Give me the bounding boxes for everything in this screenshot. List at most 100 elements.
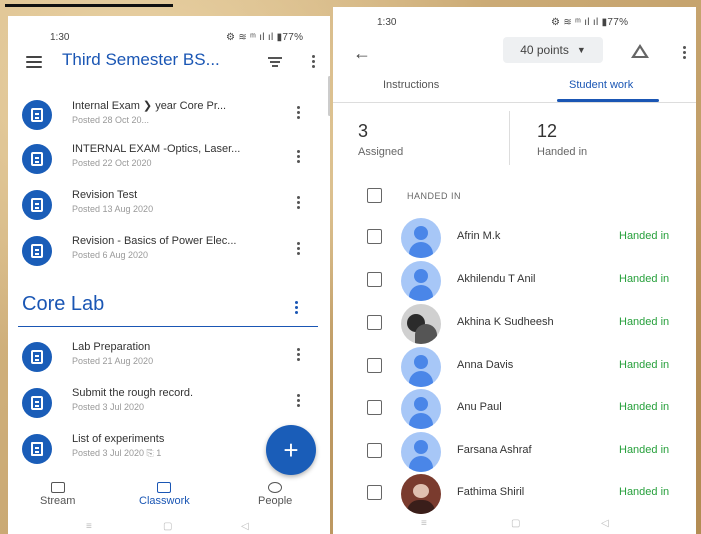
student-name: Akhilendu T Anil: [457, 273, 536, 285]
tab-divider: [333, 102, 696, 103]
student-checkbox[interactable]: [367, 400, 382, 415]
student-name: Anna Davis: [457, 359, 514, 371]
nav-stream[interactable]: Stream: [40, 482, 75, 507]
system-nav: ≡ ▢ ◁: [8, 519, 330, 534]
avatar: [401, 218, 441, 258]
nav-label: Stream: [40, 495, 76, 507]
back-arrow-icon[interactable]: ←: [353, 43, 371, 64]
more-vert-icon[interactable]: [308, 52, 318, 70]
item-title: Internal Exam ❯ year Core Pr...: [72, 100, 227, 112]
drive-icon[interactable]: [631, 44, 649, 58]
handed-in-label: Handed in: [537, 146, 588, 158]
status-badge: Handed in: [619, 359, 670, 371]
stream-icon: [50, 482, 65, 493]
assignment-icon: [22, 236, 52, 266]
nav-label: Classwork: [139, 495, 190, 507]
student-checkbox[interactable]: [367, 229, 382, 244]
student-checkbox[interactable]: [367, 272, 382, 287]
points-value: 40 points: [520, 43, 569, 57]
item-title: Lab Preparation: [72, 341, 151, 353]
item-title: Revision - Basics of Power Elec...: [72, 235, 237, 247]
more-vert-icon[interactable]: [297, 394, 300, 407]
classwork-screen: 1:30 ⚙ ≋ ᵐ ıl ıl ▮77% Third Semester BS.…: [8, 16, 330, 534]
item-title: Submit the rough record.: [72, 387, 194, 399]
tab-instructions[interactable]: Instructions: [383, 79, 439, 91]
more-vert-icon[interactable]: [297, 150, 300, 163]
select-all-checkbox[interactable]: [367, 188, 382, 203]
list-item[interactable]: Submit the rough record. Posted 3 Jul 202…: [8, 382, 330, 426]
people-icon: [268, 482, 283, 493]
back-icon[interactable]: ◁: [601, 518, 609, 529]
more-vert-icon[interactable]: [297, 348, 300, 361]
tab-bar: Instructions Student work: [333, 75, 696, 103]
header-underline: [5, 4, 173, 7]
status-badge: Handed in: [619, 444, 670, 456]
menu-icon[interactable]: [24, 54, 44, 70]
filter-icon[interactable]: [266, 54, 284, 70]
material-icon: [22, 434, 52, 464]
nav-classwork[interactable]: Classwork: [139, 482, 190, 507]
section-divider: [18, 326, 318, 327]
status-badge: Handed in: [619, 486, 670, 498]
item-title: Revision Test: [72, 189, 138, 201]
home-icon[interactable]: ▢: [511, 518, 520, 529]
classwork-icon: [157, 482, 172, 493]
nav-people[interactable]: People: [258, 482, 292, 507]
avatar: [401, 347, 441, 387]
student-name: Farsana Ashraf: [457, 444, 532, 456]
student-checkbox[interactable]: [367, 315, 382, 330]
student-row[interactable]: Akhina K Sudheesh Handed in: [333, 302, 696, 344]
student-name: Fathima Shiril: [457, 486, 525, 498]
class-title: Third Semester BS...: [62, 50, 220, 69]
handed-in-header: HANDED IN: [407, 191, 462, 201]
student-name: Akhina K Sudheesh: [457, 316, 554, 328]
bottom-nav: Stream Classwork People: [8, 482, 330, 518]
item-date: Posted 13 Aug 2020: [72, 204, 154, 214]
list-item[interactable]: INTERNAL EXAM -Optics, Laser... Posted 22…: [8, 138, 330, 182]
student-row[interactable]: Anu Paul Handed in: [333, 387, 696, 429]
item-title: List of experiments: [72, 433, 165, 445]
list-item[interactable]: Revision Test Posted 13 Aug 2020: [8, 184, 330, 228]
assignment-icon: [22, 388, 52, 418]
student-checkbox[interactable]: [367, 358, 382, 373]
student-row[interactable]: Anna Davis Handed in: [333, 345, 696, 387]
add-fab-button[interactable]: +: [266, 425, 316, 475]
list-item[interactable]: Revision - Basics of Power Elec... Posted…: [8, 230, 330, 274]
section-more-icon[interactable]: [295, 301, 298, 314]
assigned-stat[interactable]: 3 Assigned: [358, 121, 403, 158]
student-checkbox[interactable]: [367, 443, 382, 458]
list-item[interactable]: Lab Preparation Posted 21 Aug 2020: [8, 336, 330, 380]
avatar: [401, 389, 441, 429]
item-date: Posted 6 Aug 2020: [72, 250, 149, 260]
item-date: Posted 28 Oct 20...: [72, 115, 150, 125]
item-date: Posted 3 Jul 2020: [72, 402, 145, 412]
stat-divider: [509, 111, 510, 165]
status-badge: Handed in: [619, 401, 670, 413]
avatar: [401, 304, 441, 344]
student-row[interactable]: Akhilendu T Anil Handed in: [333, 259, 696, 301]
home-icon[interactable]: ▢: [163, 521, 172, 532]
assignment-icon: [22, 144, 52, 174]
more-vert-icon[interactable]: [679, 43, 689, 61]
avatar: [401, 474, 441, 514]
tab-student-work[interactable]: Student work: [569, 79, 633, 91]
list-item[interactable]: Internal Exam ❯ year Core Pr... Posted 28…: [8, 94, 330, 138]
more-vert-icon[interactable]: [297, 106, 300, 119]
section-title: Core Lab: [22, 293, 105, 315]
status-icons: ⚙ ≋ ᵐ ıl ıl ▮77%: [226, 32, 304, 43]
student-row[interactable]: Fathima Shiril Handed in: [333, 472, 696, 514]
item-date: Posted 21 Aug 2020: [72, 356, 154, 366]
handed-in-stat[interactable]: 12 Handed in: [537, 121, 587, 158]
points-select[interactable]: 40 points ▼: [503, 37, 603, 63]
more-vert-icon[interactable]: [297, 242, 300, 255]
student-row[interactable]: Afrin M.k Handed in: [333, 216, 696, 258]
student-row[interactable]: Farsana Ashraf Handed in: [333, 430, 696, 472]
recents-icon[interactable]: ≡: [421, 518, 427, 529]
student-name: Anu Paul: [457, 401, 502, 413]
back-icon[interactable]: ◁: [241, 521, 249, 532]
student-checkbox[interactable]: [367, 485, 382, 500]
status-badge: Handed in: [619, 273, 670, 285]
status-icons: ⚙ ≋ ᵐ ıl ıl ▮77%: [551, 17, 629, 28]
more-vert-icon[interactable]: [297, 196, 300, 209]
recents-icon[interactable]: ≡: [86, 521, 92, 532]
